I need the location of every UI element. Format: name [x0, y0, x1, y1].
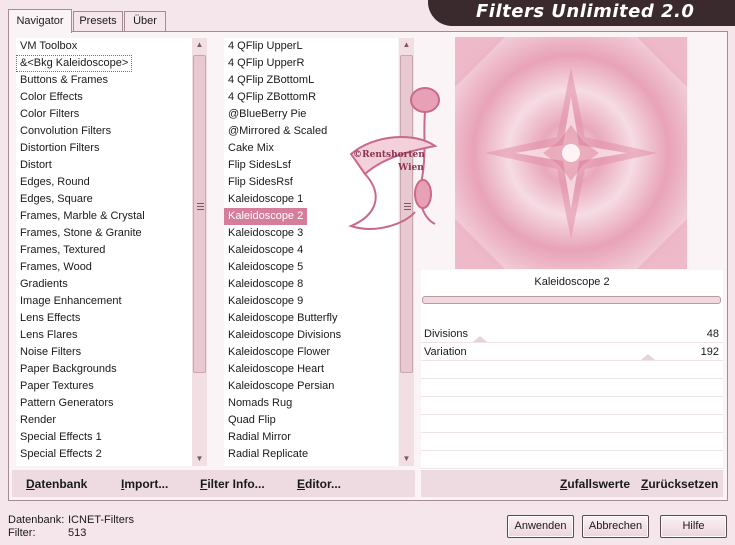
watermark-logo: ©Rentshorten Wien	[345, 84, 445, 239]
param-row-empty	[421, 380, 723, 397]
category-item[interactable]: &<Bkg Kaleidoscope>	[16, 55, 133, 72]
category-item[interactable]: Render	[16, 412, 192, 429]
filter-item[interactable]: Kaleidoscope 2	[224, 208, 308, 225]
filter-item[interactable]: Radial Mirror	[224, 429, 398, 446]
filter-item[interactable]: Kaleidoscope 5	[224, 259, 398, 276]
filter-name-bar	[422, 296, 721, 304]
import-link[interactable]: Import...	[121, 477, 168, 491]
filter-count-value: 513	[68, 527, 87, 539]
param-row-empty	[421, 434, 723, 451]
category-item[interactable]: Paper Backgrounds	[16, 361, 192, 378]
category-item[interactable]: Distortion Filters	[16, 140, 192, 157]
slider-thumb[interactable]	[473, 336, 487, 342]
category-item[interactable]: Special Effects 1	[16, 429, 192, 446]
category-scrollbar[interactable]: ▲ ▼	[192, 38, 207, 466]
tab-uber[interactable]: Über	[124, 11, 166, 31]
param-label: Divisions	[424, 328, 469, 340]
category-item[interactable]: VM Toolbox	[16, 38, 192, 55]
category-item[interactable]: Paper Textures	[16, 378, 192, 395]
filter-item[interactable]: Kaleidoscope Heart	[224, 361, 398, 378]
navigator-link-bar: Datenbank Import... Filter Info... Edito…	[12, 470, 415, 497]
scroll-up-icon[interactable]: ▲	[399, 38, 414, 52]
param-label: Variation	[424, 346, 467, 358]
help-button[interactable]: Hilfe	[660, 515, 727, 538]
scroll-thumb[interactable]	[193, 55, 206, 373]
title-banner: Filters Unlimited 2.0	[428, 0, 735, 26]
preview-image	[455, 37, 687, 269]
watermark-line2: Wien	[397, 163, 424, 173]
filter-item[interactable]: 4 QFlip UpperR	[224, 55, 398, 72]
database-info-value: ICNET-Filters	[68, 514, 134, 526]
apply-button[interactable]: Anwenden	[507, 515, 574, 538]
category-item[interactable]: Frames, Marble & Crystal	[16, 208, 192, 225]
filter-info-link[interactable]: Filter Info...	[200, 477, 265, 491]
randomize-link[interactable]: Zufallswerte	[560, 477, 630, 491]
tab-presets[interactable]: Presets	[73, 11, 123, 31]
slider-thumb[interactable]	[641, 354, 655, 360]
category-item[interactable]: Buttons & Frames	[16, 72, 192, 89]
category-item[interactable]: Frames, Stone & Granite	[16, 225, 192, 242]
cancel-button[interactable]: Abbrechen	[582, 515, 649, 538]
param-row-divisions[interactable]: Divisions 48	[421, 326, 723, 343]
database-link[interactable]: Datenbank	[26, 477, 87, 491]
scroll-up-icon[interactable]: ▲	[192, 38, 207, 52]
param-value: 48	[706, 328, 719, 340]
reset-link[interactable]: Zurücksetzen	[641, 477, 718, 491]
scroll-down-icon[interactable]: ▼	[399, 452, 414, 466]
parameter-panel: Kaleidoscope 2 Divisions 48 Variation 19…	[421, 270, 723, 470]
filter-item[interactable]: Kaleidoscope 4	[224, 242, 398, 259]
selected-filter-name: Kaleidoscope 2	[534, 276, 610, 288]
app-title: Filters Unlimited 2.0	[476, 1, 695, 22]
category-item[interactable]: Pattern Generators	[16, 395, 192, 412]
category-item[interactable]: Frames, Textured	[16, 242, 192, 259]
category-item[interactable]: Frames, Wood	[16, 259, 192, 276]
category-item[interactable]: Edges, Round	[16, 174, 192, 191]
filter-count-label: Filter:	[8, 527, 36, 539]
param-row-empty	[421, 416, 723, 433]
category-item[interactable]: Noise Filters	[16, 344, 192, 361]
param-value: 192	[700, 346, 719, 358]
parameter-link-bar: Zufallswerte Zurücksetzen	[421, 470, 723, 497]
category-item[interactable]: Image Enhancement	[16, 293, 192, 310]
param-row-empty	[421, 362, 723, 379]
param-row-empty	[421, 398, 723, 415]
filter-item[interactable]: Kaleidoscope 9	[224, 293, 398, 310]
scroll-down-icon[interactable]: ▼	[192, 452, 207, 466]
category-item[interactable]: Edges, Square	[16, 191, 192, 208]
editor-link[interactable]: Editor...	[297, 477, 341, 491]
filter-item[interactable]: Kaleidoscope 8	[224, 276, 398, 293]
filter-item[interactable]: Kaleidoscope Flower	[224, 344, 398, 361]
filter-item[interactable]: Quad Flip	[224, 412, 398, 429]
filter-item[interactable]: Nomads Rug	[224, 395, 398, 412]
watermark-line1: ©Rentshorten	[353, 150, 425, 160]
filter-item[interactable]: Kaleidoscope Butterfly	[224, 310, 398, 327]
category-item[interactable]: Lens Effects	[16, 310, 192, 327]
category-item[interactable]: Distort	[16, 157, 192, 174]
param-row-variation[interactable]: Variation 192	[421, 344, 723, 361]
category-item[interactable]: Convolution Filters	[16, 123, 192, 140]
category-item[interactable]: Color Filters	[16, 106, 192, 123]
filter-item[interactable]: 4 QFlip UpperL	[224, 38, 398, 55]
filter-item[interactable]: Kaleidoscope Persian	[224, 378, 398, 395]
database-info-label: Datenbank:	[8, 514, 65, 526]
filter-item[interactable]: Kaleidoscope Divisions	[224, 327, 398, 344]
category-item[interactable]: Lens Flares	[16, 327, 192, 344]
tab-navigator[interactable]: Navigator	[8, 9, 72, 33]
param-row-empty	[421, 452, 723, 469]
filter-item[interactable]: Radial Replicate	[224, 446, 398, 463]
category-list[interactable]: VM Toolbox &<Bkg Kaleidoscope> Buttons & F…	[16, 38, 192, 466]
category-item[interactable]: Gradients	[16, 276, 192, 293]
category-item[interactable]: Special Effects 2	[16, 446, 192, 463]
category-item[interactable]: Color Effects	[16, 89, 192, 106]
